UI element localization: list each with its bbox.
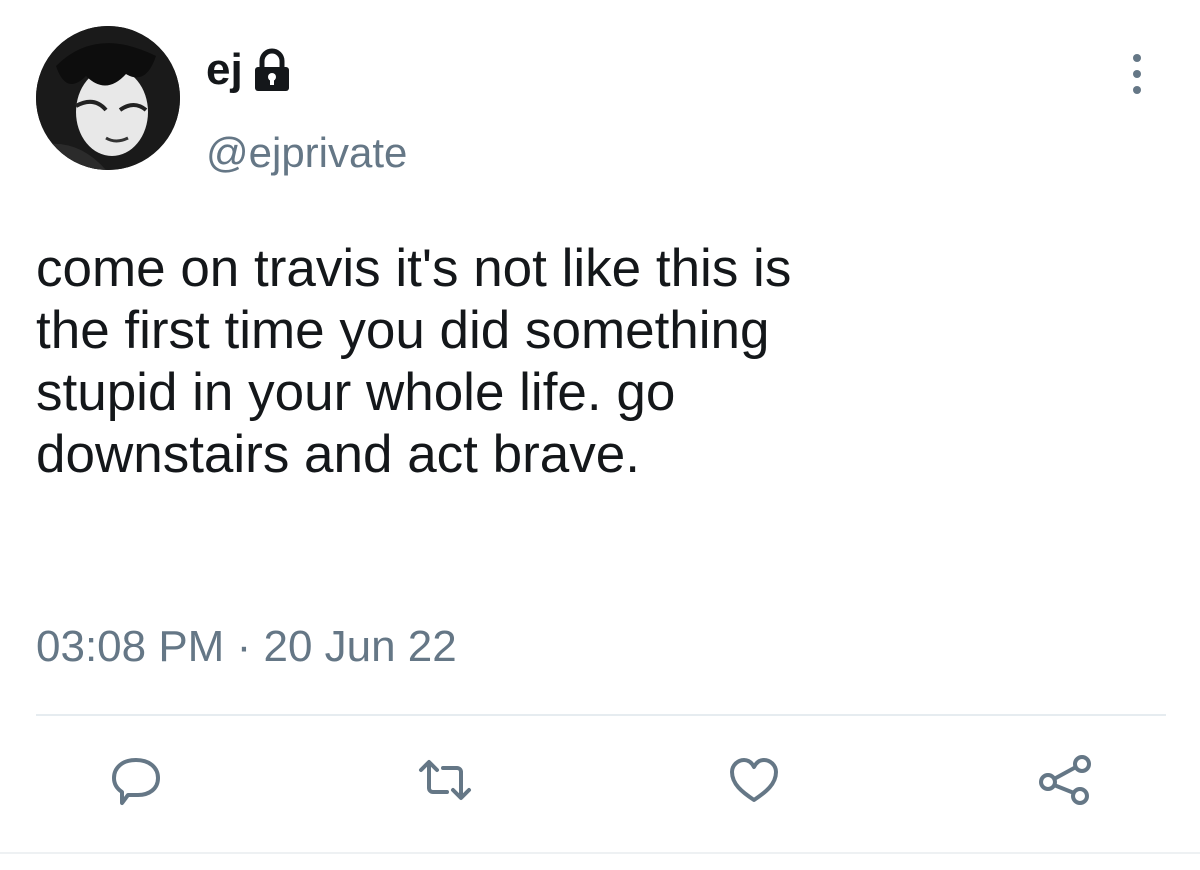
retweet-button[interactable] — [415, 750, 475, 810]
reply-icon — [112, 758, 160, 805]
more-vertical-icon[interactable] — [1122, 52, 1152, 96]
tweet-date: 20 Jun 22 — [263, 622, 457, 671]
share-icon — [1039, 755, 1091, 805]
display-name[interactable]: ej — [206, 48, 243, 92]
tweet-card: ej @ejprivate come on travis it's not li… — [0, 0, 1200, 870]
like-icon — [730, 758, 778, 802]
name-row: ej — [206, 40, 293, 100]
like-button[interactable] — [724, 750, 784, 810]
divider — [36, 714, 1166, 716]
tweet-text: come on travis it's not like this is the… — [36, 239, 792, 484]
user-handle[interactable]: @ejprivate — [206, 132, 407, 174]
action-bar — [0, 750, 1200, 820]
retweet-icon — [419, 760, 471, 800]
avatar[interactable] — [36, 26, 180, 170]
tweet-timestamp[interactable]: 03:08 PM · 20 Jun 22 — [36, 625, 457, 669]
avatar-image — [36, 26, 180, 170]
share-button[interactable] — [1036, 750, 1096, 810]
meta-separator: · — [236, 622, 252, 671]
reply-button[interactable] — [106, 750, 166, 810]
lock-icon — [251, 48, 293, 92]
bottom-divider — [0, 852, 1200, 854]
tweet-time: 03:08 PM — [36, 622, 225, 671]
